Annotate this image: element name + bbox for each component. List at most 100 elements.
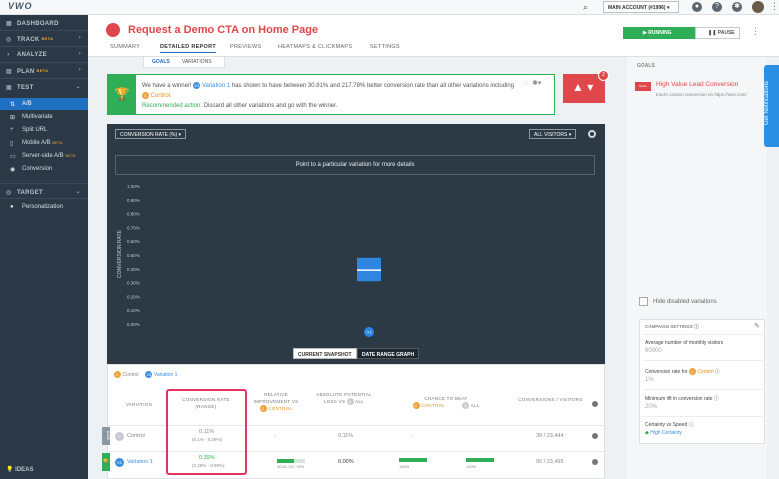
sidebar-target[interactable]: ◎ TARGET ⌄ [0,183,88,199]
conversion-chart: CONVERSION RATE 1.00% 0.90% 0.80% 0.70% 0.60%… [107,124,605,364]
winner-banner: 🏆 We have a winner! V1 Variation 1 has s… [107,74,555,115]
avg-visitors-label: Average number of monthly visitors [645,340,724,346]
sidebar-test[interactable]: ▣ TEST ⌄ [0,79,88,95]
variation-name[interactable]: Variation 1 [127,459,153,465]
running-button[interactable]: ▶ RUNNING [623,27,695,39]
user-avatar[interactable] [752,1,764,13]
tab-previews[interactable]: PREVIEWS [230,44,261,50]
ideas-link[interactable]: 💡 IDEAS [6,466,34,473]
chevron-down-icon: ⌄ [75,189,81,195]
goals-heading: GOALS [637,63,655,69]
sidebar-analyze[interactable]: ◑ ANALYZE › [0,47,88,63]
sidebar-dashboard[interactable]: ▦ DASHBOARD [0,15,88,31]
col-conversions-visitors: CONVERSIONS / VISITORS [518,397,583,402]
tab-summary[interactable]: SUMMARY [110,44,140,50]
control-link[interactable]: Control. [151,93,172,99]
info-icon[interactable]: ⓘ [714,396,719,402]
trophy-icon: 🏆 [108,75,136,114]
subtab-variations[interactable]: VARIATIONS [182,59,212,65]
sidebar-plan[interactable]: ▤ PLAN BETA › [0,63,88,79]
chance-control: 100% [399,464,410,469]
pin-icon[interactable]: ◌ [524,80,528,87]
subtab-goals[interactable]: GOALS [152,59,170,65]
more-vertical-icon[interactable]: ⋮ [770,1,779,12]
sidebar-item-conversion[interactable]: ◉ Conversion [0,163,88,175]
tab-settings[interactable]: SETTINGS [370,44,400,50]
y-tick-label: 1.00% [127,184,140,189]
gear-icon[interactable]: ✱ [732,2,742,12]
campaign-type-icon [106,23,120,37]
variation-dot: V1 [193,81,201,89]
help-icon[interactable]: ? [712,2,722,12]
goal-name[interactable]: High Value Lead Conversion [656,81,738,88]
y-tick-label: 0.50% [127,253,140,258]
more-vertical-icon[interactable]: ⋮ [751,26,760,37]
tab-detailed-report[interactable]: DETAILED REPORT [160,44,217,53]
page-title: Request a Demo CTA on Home Page [128,24,319,36]
target-icon: ◎ [6,190,12,196]
pause-button[interactable]: ❚❚ PAUSE [695,27,740,39]
relative-improvement: 30.81-217.78% [277,464,305,469]
search-icon[interactable]: ⌕ [583,2,593,12]
chart-settings-icon[interactable] [588,130,596,138]
sidebar-track[interactable]: ◎ TRACK BETA › [0,31,88,47]
variation-dot: V1 [145,371,153,378]
y-axis-label: CONVERSION RATE [117,229,123,278]
sidebar-item-personalization[interactable]: ● Personalization [0,201,88,213]
bell-icon[interactable]: ● [692,2,702,12]
visitors-dropdown[interactable]: ALL VISITORS ▾ [529,129,577,139]
conversion-icon: ◉ [10,167,16,173]
goal-card[interactable]: GOAL High Value Lead Conversion tracks c… [635,79,763,105]
row-expand-icon[interactable] [592,433,598,439]
account-selector[interactable]: MAIN ACCOUNT (#1996) ▾ [603,1,679,13]
row-expand-icon[interactable] [592,459,598,465]
sidebar-item-multivariate[interactable]: ⊞ Multivariate [0,111,88,123]
divider [643,389,763,390]
avg-visitors-value: 60000 [645,348,662,354]
metric-dropdown[interactable]: CONVERSION RATE (%) ▾ [115,129,187,139]
info-icon[interactable] [592,401,598,407]
control-dot: C [142,91,149,99]
edit-pencil-icon[interactable]: ✎ [754,322,760,330]
y-tick-label: 0.90% [127,198,140,203]
col-absolute-loss: ABSOLUTE POTENTIAL LOSS VS A ALL [316,392,372,406]
y-tick-label: 0.40% [127,267,140,272]
pause-icon: ❚❚ [708,30,718,36]
checkbox[interactable] [639,297,648,306]
goal-description: tracks custom conversion on https://vwo.… [656,92,747,97]
certainty-label: Certainty vs Speed ⓘ [645,422,694,428]
chance-all-bar [466,458,494,462]
sidebar: ▦ DASHBOARD ◎ TRACK BETA › ◑ ANALYZE › ▤ PLAN … [0,15,88,479]
right-panel: GOALS GOAL High Value Lead Conversion tr… [627,57,767,479]
vwo-logo[interactable]: VWO [8,1,33,11]
chance-control: - [411,433,413,439]
ab-icon: ⇅ [10,102,16,108]
goal-icon: GOAL [635,82,651,91]
info-icon[interactable]: ⓘ [694,324,699,329]
settings-heading: CAMPAIGN SETTINGS ⓘ [645,324,699,329]
y-tick-label: 0.20% [127,294,140,299]
info-icon[interactable]: ⓘ [715,369,720,375]
split-icon: ⑂ [10,127,14,133]
y-tick-label: 0.60% [127,239,140,244]
sidebar-item-mobile-ab[interactable]: ▯ Mobile A/B BETA [0,137,88,149]
date-range-graph-toggle[interactable]: DATE RANGE GRAPH [357,348,420,359]
tab-heatmaps[interactable]: HEATMAPS & CLICKMAPS [278,44,352,50]
server-icon: ▭ [10,154,16,160]
plan-icon: ▤ [6,69,12,75]
info-icon[interactable]: ⓘ [689,422,694,428]
winner-tools: ◌ ✱▾ [524,79,541,87]
sidebar-item-server-side[interactable]: ▭ Server-side A/B BETA [0,150,88,162]
current-snapshot-toggle[interactable]: CURRENT SNAPSHOT [293,348,357,359]
hide-disabled-toggle[interactable]: Hide disabled variations [639,297,717,306]
gear-icon[interactable]: ✱▾ [532,80,541,87]
track-icon: ◎ [6,37,12,43]
account-label: MAIN ACCOUNT (#1996) [608,5,666,11]
sidebar-item-ab[interactable]: ⇅ A/B [0,98,88,110]
top-bar: VWO ⌕ MAIN ACCOUNT (#1996) ▾ ● ? ✱ ⋮ [0,0,779,15]
variation-name[interactable]: Control [127,433,145,439]
winner-badge: 🏆 [102,453,110,471]
sidebar-item-split-url[interactable]: ⑂ Split URL [0,124,88,136]
get-notifications-tab[interactable]: Get Notifications [764,65,779,147]
winner-variation-link[interactable]: Variation 1 [202,83,230,89]
